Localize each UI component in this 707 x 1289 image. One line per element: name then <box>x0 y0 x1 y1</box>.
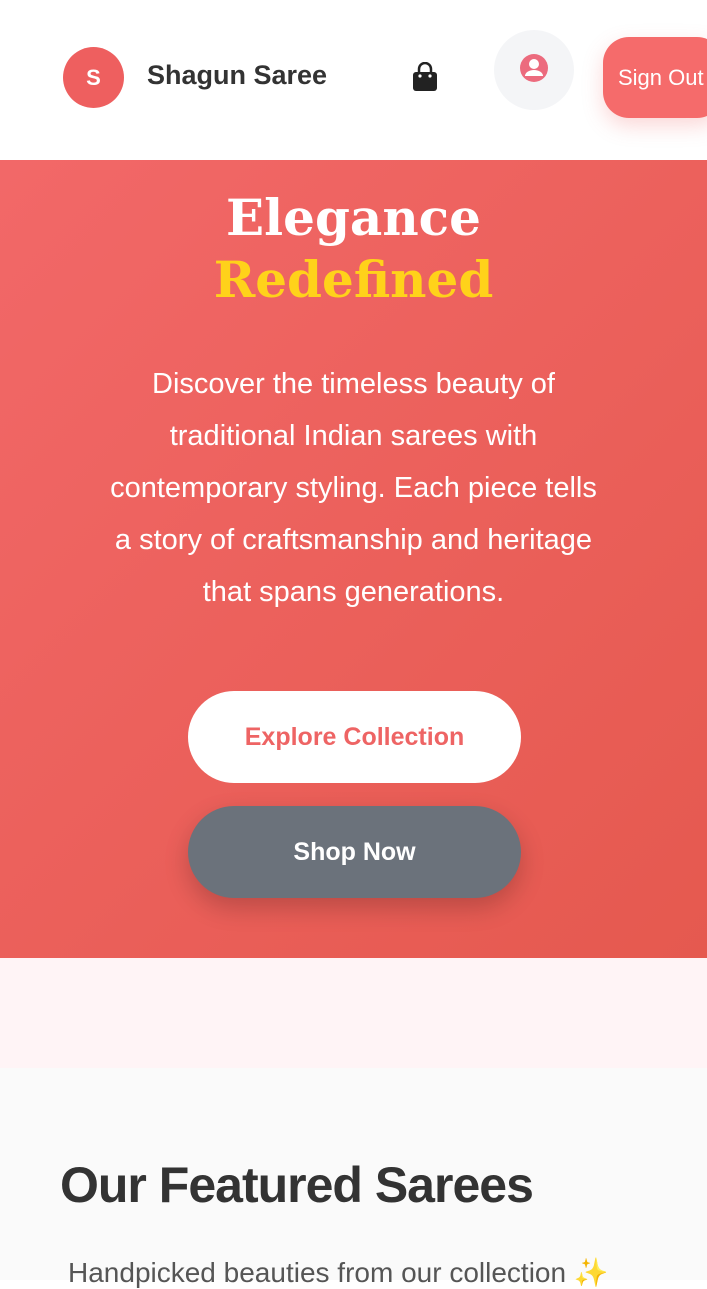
hero-description: Discover the timeless beauty of traditio… <box>110 368 597 608</box>
featured-section: Our Featured Sarees Handpicked beauties … <box>0 1068 707 1288</box>
explore-collection-button[interactable]: Explore Collection <box>188 691 521 783</box>
shop-now-button[interactable]: Shop Now <box>188 806 521 898</box>
featured-subtitle: Handpicked beauties from our collection … <box>68 1257 609 1288</box>
shopping-bag-icon[interactable] <box>411 61 439 92</box>
hero-section: Elegance Redefined Discover the timeless… <box>0 160 707 958</box>
brand-name[interactable]: Shagun Saree <box>147 60 327 91</box>
hero-title-highlight: Redefined <box>213 250 494 309</box>
sign-out-button[interactable]: Sign Out <box>603 37 707 118</box>
top-header: S Shagun Saree Sign Out <box>0 0 707 160</box>
user-circle-icon <box>519 53 549 88</box>
section-divider <box>0 958 707 1068</box>
hero-title: Elegance <box>226 188 481 247</box>
logo-letter: S <box>86 64 101 90</box>
profile-button[interactable] <box>494 30 574 110</box>
brand-logo[interactable]: S <box>63 47 124 108</box>
featured-title: Our Featured Sarees <box>60 1157 534 1213</box>
